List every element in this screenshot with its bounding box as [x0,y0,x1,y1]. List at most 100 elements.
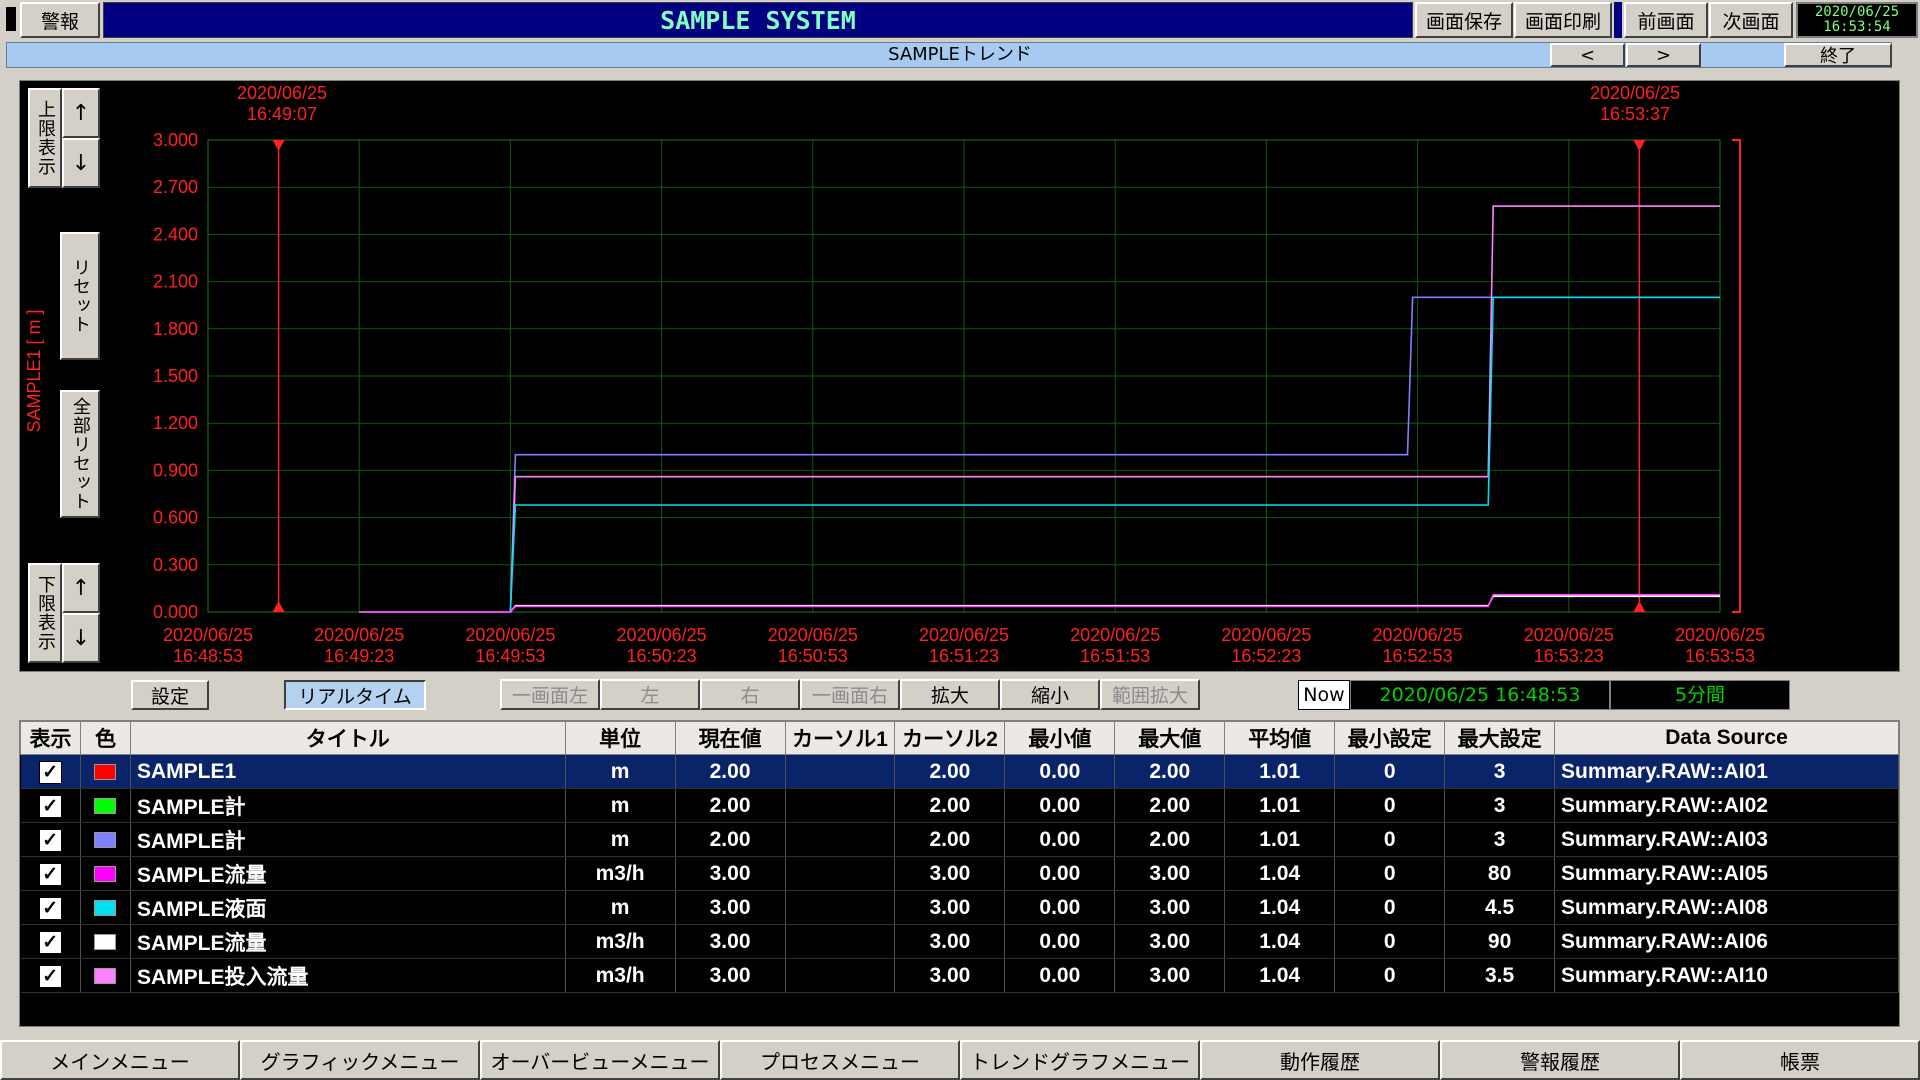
visibility-checkbox[interactable]: ✓ [38,964,62,988]
alarm-button[interactable]: 警報 [20,2,100,38]
max-value-cell: 3.00 [1114,856,1226,891]
exit-button[interactable]: 終了 [1784,43,1892,67]
graphic-menu-button[interactable]: グラフィックメニュー [240,1040,480,1080]
color-swatch[interactable] [94,797,117,814]
color-swatch[interactable] [94,865,117,882]
min-value-cell: 0.00 [1004,890,1116,925]
visibility-checkbox[interactable]: ✓ [38,828,62,852]
table-row[interactable]: ✓ SAMPLE流量 m3/h 3.00 3.00 0.00 3.00 1.04 0 80 Summ… [20,856,1899,891]
cursor1-value-cell [785,788,896,823]
max-value-cell: 2.00 [1114,788,1226,823]
series-lines [359,205,1720,613]
avg-value-cell: 1.01 [1224,822,1336,857]
table-row[interactable]: ✓ SAMPLE液面 m 3.00 3.00 0.00 3.00 1.04 0 4.5 Summar… [20,890,1899,925]
unit-cell: m3/h [565,856,676,891]
color-cell [80,890,131,925]
range-zoom-button[interactable]: 範囲拡大 [1100,679,1200,710]
column-header[interactable]: 単位 [564,721,676,755]
visibility-cell: ✓ [20,924,81,959]
table-row[interactable]: ✓ SAMPLE流量 m3/h 3.00 3.00 0.00 3.00 1.04 0 90 Summ… [20,924,1899,959]
cursor2-value-cell: 2.00 [894,788,1006,823]
x-axis-ticks: 2020/06/2516:48:532020/06/2516:49:232020… [163,625,1765,666]
color-swatch[interactable] [94,831,117,848]
table-row[interactable]: ✓ SAMPLE計 m 2.00 2.00 0.00 2.00 1.01 0 3 Summary.R… [20,822,1899,857]
settings-button[interactable]: 設定 [131,680,209,710]
cursor-marker-bottom[interactable] [272,601,285,612]
zoom-out-button[interactable]: 縮小 [1000,679,1100,710]
x-tick-date: 2020/06/25 [163,625,253,645]
time-span-display[interactable]: 5分間 [1610,680,1790,710]
min-setting-cell: 0 [1334,788,1446,823]
series-line-2 [359,205,1720,613]
color-cell [80,822,131,857]
screen-print-button[interactable]: 画面印刷 [1514,2,1612,38]
column-header[interactable]: 表示 [20,721,81,755]
visibility-checkbox[interactable]: ✓ [38,896,62,920]
column-header[interactable]: 最小設定 [1334,721,1446,755]
color-swatch[interactable] [94,933,117,950]
unit-cell: m3/h [565,924,676,959]
trend-graph-menu-button[interactable]: トレンドグラフメニュー [960,1040,1200,1080]
table-row[interactable]: ✓ SAMPLE計 m 2.00 2.00 0.00 2.00 1.01 0 3 Summary.R… [20,788,1899,823]
visibility-cell: ✓ [20,958,81,993]
operation-history-button[interactable]: 動作履歴 [1200,1040,1440,1080]
y-tick-label: 0.600 [153,508,198,528]
cursor2-value-cell: 2.00 [894,754,1006,789]
color-swatch[interactable] [94,763,117,780]
right-button[interactable]: 右 [700,679,800,710]
max-value-cell: 3.00 [1114,924,1226,959]
y-tick-label: 0.000 [153,602,198,622]
cursor1-value-cell [785,958,896,993]
next-screen-button[interactable]: 次画面 [1709,2,1793,38]
column-header[interactable]: Data Source [1554,721,1899,755]
unit-cell: m [565,754,676,789]
cursor-marker-top[interactable] [1633,140,1646,151]
column-header[interactable]: 平均値 [1224,721,1336,755]
column-header[interactable]: 最小値 [1004,721,1116,755]
realtime-button[interactable]: リアルタイム [284,680,426,710]
y-tick-label: 2.400 [153,224,198,244]
x-tick-time: 16:53:53 [1685,646,1755,666]
cursor1-value-cell [785,856,896,891]
x-tick-date: 2020/06/25 [617,625,707,645]
max-setting-cell: 3 [1444,788,1556,823]
color-swatch[interactable] [94,967,117,984]
report-button[interactable]: 帳票 [1680,1040,1920,1080]
column-header[interactable]: 色 [79,721,131,755]
zoom-in-button[interactable]: 拡大 [900,679,1000,710]
column-header[interactable]: タイトル [129,721,566,755]
page-prev-button[interactable]: < [1550,43,1625,67]
visibility-checkbox[interactable]: ✓ [38,794,62,818]
table-row[interactable]: ✓ SAMPLE1 m 2.00 2.00 0.00 2.00 1.01 0 3 Summary.R… [20,754,1899,789]
table-row[interactable]: ✓ SAMPLE投入流量 m3/h 3.00 3.00 0.00 3.00 1.04 0 3.5 S… [20,958,1899,993]
screen-right-button[interactable]: 一画面右 [800,679,900,710]
prev-screen-button[interactable]: 前画面 [1624,2,1708,38]
column-header[interactable]: 現在値 [674,721,786,755]
alarm-history-button[interactable]: 警報履歴 [1440,1040,1680,1080]
process-menu-button[interactable]: プロセスメニュー [720,1040,960,1080]
visibility-checkbox[interactable]: ✓ [38,862,62,886]
cursor-marker-top[interactable] [272,140,285,151]
y-tick-label: 1.800 [153,319,198,339]
status-indicator [6,7,16,31]
column-header[interactable]: 最大値 [1114,721,1226,755]
left-button[interactable]: 左 [600,679,700,710]
current-value-cell: 2.00 [675,754,786,789]
overview-menu-button[interactable]: オーバービューメニュー [480,1040,720,1080]
column-header[interactable]: 最大設定 [1444,721,1556,755]
screen-save-button[interactable]: 画面保存 [1415,2,1513,38]
cursor-marker-bottom[interactable] [1633,601,1646,612]
x-tick-time: 16:50:23 [627,646,697,666]
screen-left-button[interactable]: 一画面左 [500,679,600,710]
cursor-left-date: 2020/06/25 [237,83,327,103]
min-setting-cell: 0 [1334,822,1446,857]
page-next-button[interactable]: > [1626,43,1701,67]
main-menu-button[interactable]: メインメニュー [0,1040,240,1080]
column-header[interactable]: カーソル2 [894,721,1006,755]
visibility-checkbox[interactable]: ✓ [38,760,62,784]
visibility-checkbox[interactable]: ✓ [38,930,62,954]
min-value-cell: 0.00 [1004,924,1116,959]
color-swatch[interactable] [94,899,117,916]
y-tick-label: 0.900 [153,460,198,480]
column-header[interactable]: カーソル1 [784,721,896,755]
